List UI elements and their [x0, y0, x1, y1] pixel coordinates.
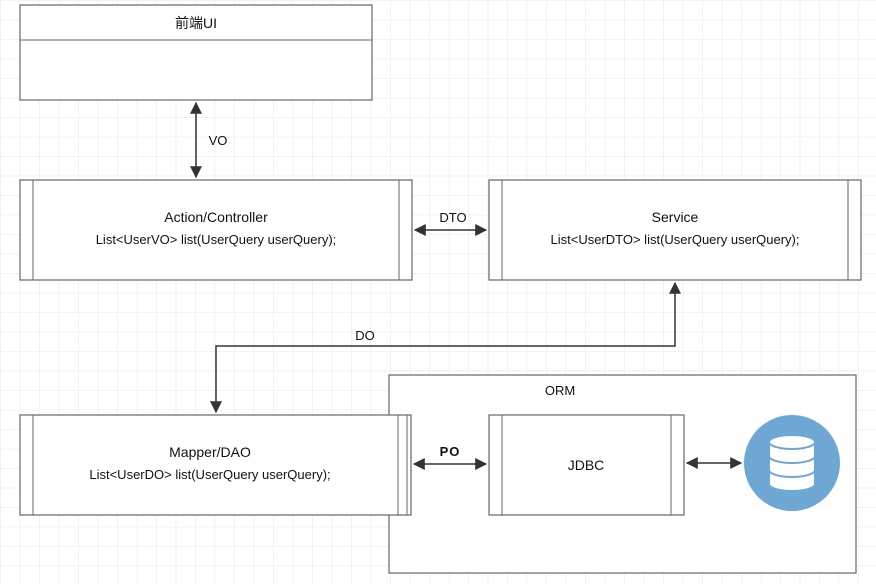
dao-title: Mapper/DAO [169, 444, 251, 460]
jdbc-title: JDBC [568, 457, 605, 473]
node-controller: Action/Controller List<UserVO> list(User… [20, 180, 412, 280]
service-title: Service [652, 209, 699, 225]
edge-po-label: PO [440, 444, 461, 459]
node-frontend: 前端UI [20, 5, 372, 100]
node-jdbc: JDBC [489, 415, 684, 515]
edge-dto-label: DTO [439, 210, 466, 225]
orm-label: ORM [545, 383, 575, 398]
edge-do-label: DO [355, 328, 375, 343]
controller-title: Action/Controller [164, 209, 268, 225]
node-dao: Mapper/DAO List<UserDO> list(UserQuery u… [20, 415, 411, 515]
dao-sub: List<UserDO> list(UserQuery userQuery); [89, 467, 330, 482]
service-sub: List<UserDTO> list(UserQuery userQuery); [551, 232, 800, 247]
edge-vo-label: VO [209, 133, 228, 148]
database-icon [744, 415, 840, 511]
frontend-title: 前端UI [175, 15, 217, 31]
node-service: Service List<UserDTO> list(UserQuery use… [489, 180, 861, 280]
controller-sub: List<UserVO> list(UserQuery userQuery); [96, 232, 337, 247]
